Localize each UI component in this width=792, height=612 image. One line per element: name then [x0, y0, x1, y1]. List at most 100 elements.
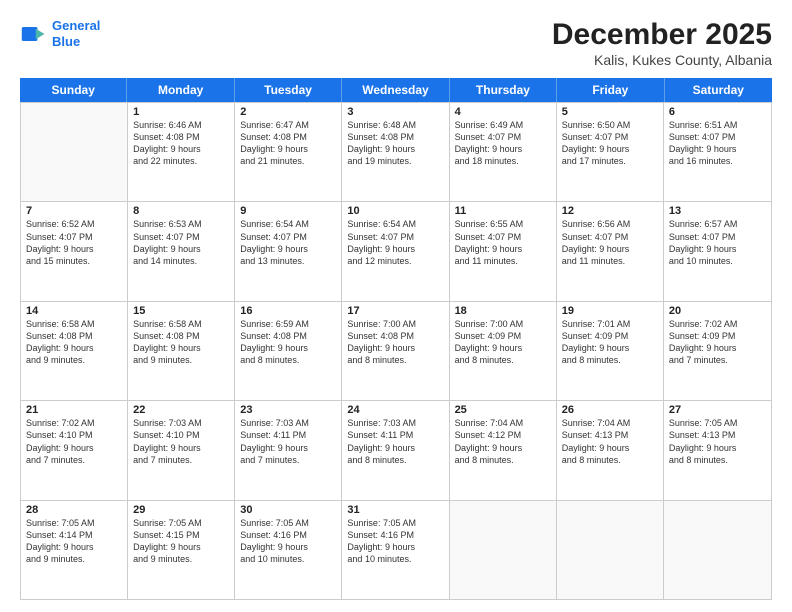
- day-number: 4: [455, 106, 551, 118]
- day-number: 5: [562, 106, 658, 118]
- day-number: 28: [26, 504, 122, 516]
- cell-info: Sunrise: 6:54 AM Sunset: 4:07 PM Dayligh…: [347, 218, 443, 267]
- calendar-cell: 24Sunrise: 7:03 AM Sunset: 4:11 PM Dayli…: [342, 401, 449, 499]
- calendar-cell: [664, 501, 771, 599]
- cell-info: Sunrise: 6:59 AM Sunset: 4:08 PM Dayligh…: [240, 318, 336, 367]
- cell-info: Sunrise: 6:57 AM Sunset: 4:07 PM Dayligh…: [669, 218, 766, 267]
- calendar-cell: 31Sunrise: 7:05 AM Sunset: 4:16 PM Dayli…: [342, 501, 449, 599]
- calendar-cell: 22Sunrise: 7:03 AM Sunset: 4:10 PM Dayli…: [128, 401, 235, 499]
- calendar-cell: 3Sunrise: 6:48 AM Sunset: 4:08 PM Daylig…: [342, 103, 449, 201]
- day-number: 26: [562, 404, 658, 416]
- logo-text: General Blue: [52, 18, 100, 49]
- cell-info: Sunrise: 6:55 AM Sunset: 4:07 PM Dayligh…: [455, 218, 551, 267]
- day-number: 6: [669, 106, 766, 118]
- cell-info: Sunrise: 6:49 AM Sunset: 4:07 PM Dayligh…: [455, 119, 551, 168]
- day-number: 27: [669, 404, 766, 416]
- calendar-cell: 10Sunrise: 6:54 AM Sunset: 4:07 PM Dayli…: [342, 202, 449, 300]
- day-number: 21: [26, 404, 122, 416]
- cell-info: Sunrise: 7:05 AM Sunset: 4:16 PM Dayligh…: [347, 517, 443, 566]
- calendar-cell: 14Sunrise: 6:58 AM Sunset: 4:08 PM Dayli…: [21, 302, 128, 400]
- day-number: 18: [455, 305, 551, 317]
- logo: General Blue: [20, 18, 100, 49]
- cell-info: Sunrise: 7:03 AM Sunset: 4:10 PM Dayligh…: [133, 417, 229, 466]
- calendar-cell: 2Sunrise: 6:47 AM Sunset: 4:08 PM Daylig…: [235, 103, 342, 201]
- header: General Blue December 2025 Kalis, Kukes …: [20, 18, 772, 68]
- day-number: 3: [347, 106, 443, 118]
- calendar-cell: [21, 103, 128, 201]
- day-number: 23: [240, 404, 336, 416]
- cell-info: Sunrise: 6:46 AM Sunset: 4:08 PM Dayligh…: [133, 119, 229, 168]
- day-number: 7: [26, 205, 122, 217]
- calendar-cell: 12Sunrise: 6:56 AM Sunset: 4:07 PM Dayli…: [557, 202, 664, 300]
- cell-info: Sunrise: 7:04 AM Sunset: 4:13 PM Dayligh…: [562, 417, 658, 466]
- day-number: 14: [26, 305, 122, 317]
- calendar-cell: 13Sunrise: 6:57 AM Sunset: 4:07 PM Dayli…: [664, 202, 771, 300]
- calendar-cell: 25Sunrise: 7:04 AM Sunset: 4:12 PM Dayli…: [450, 401, 557, 499]
- cell-info: Sunrise: 6:52 AM Sunset: 4:07 PM Dayligh…: [26, 218, 122, 267]
- logo-line2: Blue: [52, 34, 80, 49]
- day-number: 8: [133, 205, 229, 217]
- calendar-cell: 11Sunrise: 6:55 AM Sunset: 4:07 PM Dayli…: [450, 202, 557, 300]
- day-number: 22: [133, 404, 229, 416]
- cell-info: Sunrise: 7:00 AM Sunset: 4:08 PM Dayligh…: [347, 318, 443, 367]
- calendar-cell: 26Sunrise: 7:04 AM Sunset: 4:13 PM Dayli…: [557, 401, 664, 499]
- day-number: 25: [455, 404, 551, 416]
- day-number: 2: [240, 106, 336, 118]
- calendar-body: 1Sunrise: 6:46 AM Sunset: 4:08 PM Daylig…: [20, 102, 772, 600]
- cell-info: Sunrise: 7:04 AM Sunset: 4:12 PM Dayligh…: [455, 417, 551, 466]
- day-number: 20: [669, 305, 766, 317]
- calendar-cell: [450, 501, 557, 599]
- calendar-cell: 16Sunrise: 6:59 AM Sunset: 4:08 PM Dayli…: [235, 302, 342, 400]
- cell-info: Sunrise: 6:56 AM Sunset: 4:07 PM Dayligh…: [562, 218, 658, 267]
- calendar-cell: 15Sunrise: 6:58 AM Sunset: 4:08 PM Dayli…: [128, 302, 235, 400]
- header-day-wednesday: Wednesday: [342, 78, 449, 102]
- calendar: SundayMondayTuesdayWednesdayThursdayFrid…: [20, 78, 772, 600]
- cell-info: Sunrise: 6:54 AM Sunset: 4:07 PM Dayligh…: [240, 218, 336, 267]
- calendar-cell: 30Sunrise: 7:05 AM Sunset: 4:16 PM Dayli…: [235, 501, 342, 599]
- day-number: 13: [669, 205, 766, 217]
- day-number: 29: [133, 504, 229, 516]
- header-day-thursday: Thursday: [450, 78, 557, 102]
- calendar-cell: 4Sunrise: 6:49 AM Sunset: 4:07 PM Daylig…: [450, 103, 557, 201]
- day-number: 1: [133, 106, 229, 118]
- calendar-cell: 29Sunrise: 7:05 AM Sunset: 4:15 PM Dayli…: [128, 501, 235, 599]
- day-number: 11: [455, 205, 551, 217]
- calendar-cell: 7Sunrise: 6:52 AM Sunset: 4:07 PM Daylig…: [21, 202, 128, 300]
- cell-info: Sunrise: 7:01 AM Sunset: 4:09 PM Dayligh…: [562, 318, 658, 367]
- calendar-row-1: 7Sunrise: 6:52 AM Sunset: 4:07 PM Daylig…: [21, 201, 771, 300]
- cell-info: Sunrise: 6:48 AM Sunset: 4:08 PM Dayligh…: [347, 119, 443, 168]
- calendar-cell: 5Sunrise: 6:50 AM Sunset: 4:07 PM Daylig…: [557, 103, 664, 201]
- header-day-tuesday: Tuesday: [235, 78, 342, 102]
- calendar-cell: 28Sunrise: 7:05 AM Sunset: 4:14 PM Dayli…: [21, 501, 128, 599]
- cell-info: Sunrise: 7:03 AM Sunset: 4:11 PM Dayligh…: [347, 417, 443, 466]
- calendar-row-2: 14 Sunrise: 6:58 AM Sunset: 4:08 PM Dayli…: [21, 301, 771, 400]
- cell-info: Sunrise: 7:02 AM Sunset: 4:10 PM Dayligh…: [26, 417, 122, 466]
- cell-info: Sunrise: 6:47 AM Sunset: 4:08 PM Dayligh…: [240, 119, 336, 168]
- day-number: 19: [562, 305, 658, 317]
- day-number: 9: [240, 205, 336, 217]
- day-number: 24: [347, 404, 443, 416]
- cell-info: Sunrise: 7:05 AM Sunset: 4:13 PM Dayligh…: [669, 417, 766, 466]
- calendar-cell: [557, 501, 664, 599]
- subtitle: Kalis, Kukes County, Albania: [552, 52, 772, 68]
- calendar-cell: 1Sunrise: 6:46 AM Sunset: 4:08 PM Daylig…: [128, 103, 235, 201]
- page: General Blue December 2025 Kalis, Kukes …: [0, 0, 792, 612]
- cell-info: Sunrise: 7:03 AM Sunset: 4:11 PM Dayligh…: [240, 417, 336, 466]
- header-day-sunday: Sunday: [20, 78, 127, 102]
- day-number: 16: [240, 305, 336, 317]
- calendar-row-3: 21Sunrise: 7:02 AM Sunset: 4:10 PM Dayli…: [21, 400, 771, 499]
- cell-info: Sunrise: 6:53 AM Sunset: 4:07 PM Dayligh…: [133, 218, 229, 267]
- calendar-cell: 18Sunrise: 7:00 AM Sunset: 4:09 PM Dayli…: [450, 302, 557, 400]
- logo-line1: General: [52, 18, 100, 33]
- calendar-row-4: 28Sunrise: 7:05 AM Sunset: 4:14 PM Dayli…: [21, 500, 771, 599]
- cell-info: Sunrise: 6:58 AM Sunset: 4:08 PM Dayligh…: [133, 318, 229, 367]
- cell-info: Sunrise: 7:02 AM Sunset: 4:09 PM Dayligh…: [669, 318, 766, 367]
- calendar-cell: 21Sunrise: 7:02 AM Sunset: 4:10 PM Dayli…: [21, 401, 128, 499]
- calendar-row-0: 1Sunrise: 6:46 AM Sunset: 4:08 PM Daylig…: [21, 102, 771, 201]
- cell-info: Sunrise: 7:05 AM Sunset: 4:14 PM Dayligh…: [26, 517, 122, 566]
- logo-icon: [20, 20, 48, 48]
- cell-info: Sunrise: 6:51 AM Sunset: 4:07 PM Dayligh…: [669, 119, 766, 168]
- day-number: 10: [347, 205, 443, 217]
- cell-info: Sunrise: 7:05 AM Sunset: 4:16 PM Dayligh…: [240, 517, 336, 566]
- main-title: December 2025: [552, 18, 772, 52]
